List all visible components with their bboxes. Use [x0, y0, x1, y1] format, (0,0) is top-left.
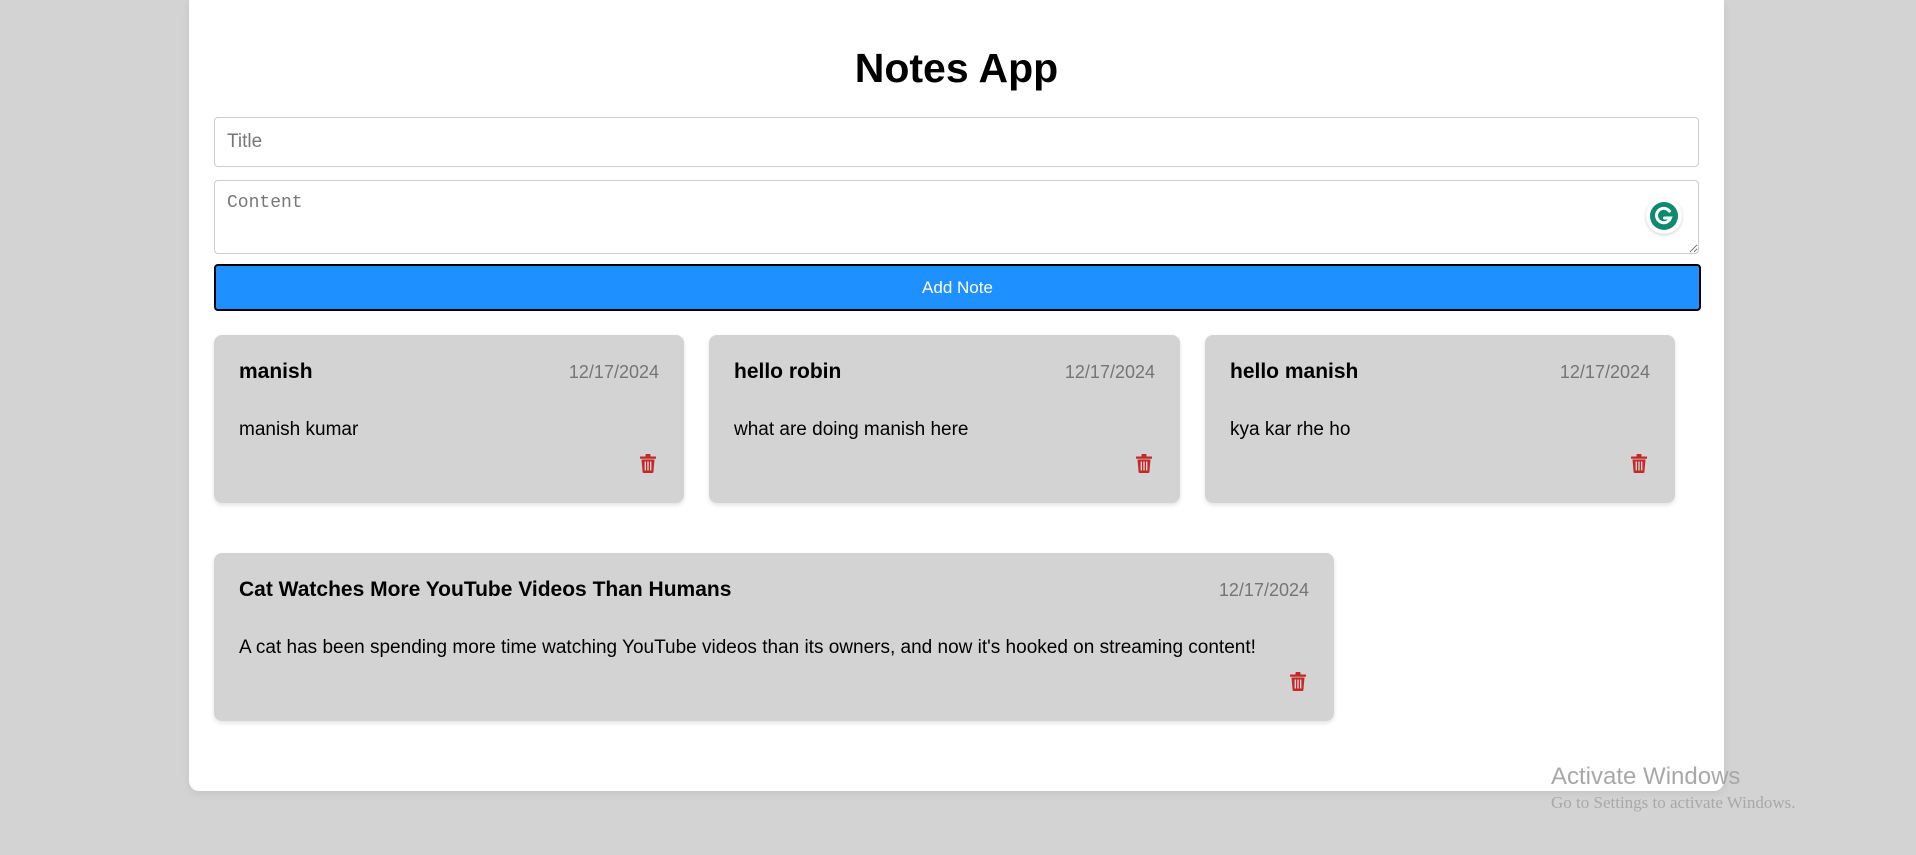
delete-note-button[interactable] — [1132, 451, 1156, 475]
delete-note-button[interactable] — [636, 451, 660, 475]
delete-note-button[interactable] — [1286, 669, 1310, 693]
note-content: kya kar rhe ho — [1230, 419, 1351, 440]
note-card: manish 12/17/2024 manish kumar — [214, 335, 684, 503]
trash-icon — [1136, 453, 1152, 473]
note-title: manish — [239, 360, 313, 383]
add-note-button[interactable]: Add Note — [214, 264, 1701, 311]
watermark-title: Activate Windows — [1551, 763, 1741, 790]
note-title: hello robin — [734, 360, 842, 383]
note-card: hello manish 12/17/2024 kya kar rhe ho — [1205, 335, 1675, 503]
activate-windows-watermark: Activate Windows Go to Settings to activ… — [1551, 762, 1796, 814]
note-date: 12/17/2024 — [1218, 580, 1309, 600]
note-date: 12/17/2024 — [568, 362, 659, 382]
trash-icon — [1290, 671, 1306, 691]
note-date: 12/17/2024 — [1559, 362, 1650, 382]
note-content: what are doing manish here — [734, 419, 969, 440]
note-date: 12/17/2024 — [1064, 362, 1155, 382]
content-textarea[interactable] — [214, 180, 1699, 254]
grammarly-icon[interactable] — [1646, 198, 1682, 234]
note-content: A cat has been spending more time watchi… — [239, 637, 1256, 658]
trash-icon — [640, 453, 656, 473]
note-content: manish kumar — [239, 419, 359, 440]
trash-icon — [1631, 453, 1647, 473]
title-input[interactable] — [214, 117, 1699, 167]
note-card: hello robin 12/17/2024 what are doing ma… — [709, 335, 1180, 503]
page-title: Notes App — [854, 45, 1059, 91]
watermark-subtitle: Go to Settings to activate Windows. — [1551, 793, 1796, 812]
notes-app-container: Notes App Add Note manish 12/17/2024 man… — [189, 0, 1724, 791]
delete-note-button[interactable] — [1627, 451, 1651, 475]
note-title: hello manish — [1230, 360, 1359, 383]
note-card: Cat Watches More YouTube Videos Than Hum… — [214, 553, 1334, 721]
note-title: Cat Watches More YouTube Videos Than Hum… — [239, 578, 732, 601]
